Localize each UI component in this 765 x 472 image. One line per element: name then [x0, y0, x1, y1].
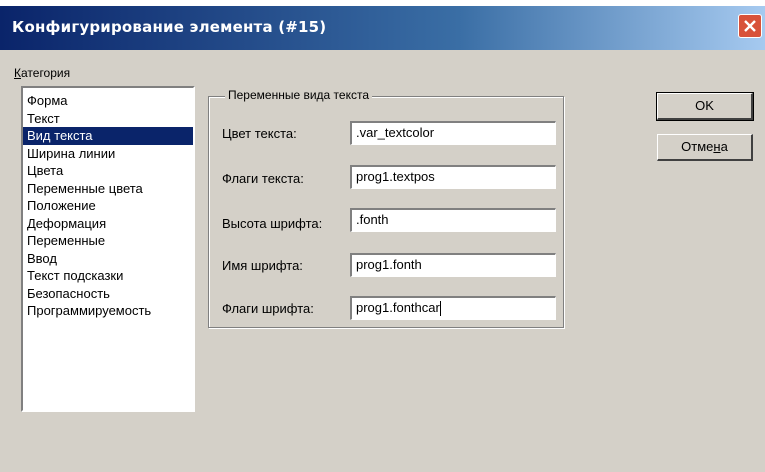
font-flags-field[interactable]: prog1.fonthcar [350, 296, 556, 320]
cancel-button[interactable]: Отмена [657, 134, 753, 161]
text-color-field[interactable]: .var_textcolor [350, 121, 556, 145]
text-caret [439, 301, 441, 317]
category-label: Категория [14, 66, 70, 80]
category-item-programmiruemost[interactable]: Программируемость [23, 302, 193, 320]
font-name-label: Имя шрифта: [222, 258, 303, 273]
title-bar[interactable]: Конфигурирование элемента (#15) [0, 6, 765, 50]
category-item-shirina-linii[interactable]: Ширина линии [23, 145, 193, 163]
font-height-value: .fonth [356, 212, 389, 227]
category-item-tekst[interactable]: Текст [23, 110, 193, 128]
group-legend: Переменные вида текста [225, 88, 372, 102]
category-item-tsveta[interactable]: Цвета [23, 162, 193, 180]
category-item-bezopasnost[interactable]: Безопасность [23, 285, 193, 303]
category-item-deformatsiya[interactable]: Деформация [23, 215, 193, 233]
category-item-vid-teksta[interactable]: Вид текста [23, 127, 193, 145]
category-item-vvod[interactable]: Ввод [23, 250, 193, 268]
category-item-forma[interactable]: Форма [23, 92, 193, 110]
cancel-label-mnemonic: н [713, 139, 721, 154]
cancel-label-part1: Отме [681, 139, 714, 154]
category-item-polozhenie[interactable]: Положение [23, 197, 193, 215]
font-height-label: Высота шрифта: [222, 216, 323, 231]
font-name-value: prog1.fonth [356, 257, 422, 272]
category-list[interactable]: Форма Текст Вид текста Ширина линии Цвет… [21, 86, 195, 412]
dialog-body: Категория Форма Текст Вид текста Ширина … [0, 50, 765, 472]
font-flags-label: Флаги шрифта: [222, 301, 314, 316]
category-label-mnemonic: К [14, 66, 21, 80]
font-flags-value: prog1.fonthcar [356, 300, 440, 315]
category-item-peremennye[interactable]: Переменные [23, 232, 193, 250]
category-item-tekst-podskazki[interactable]: Текст подсказки [23, 267, 193, 285]
category-label-text: атегория [21, 66, 71, 80]
ok-button[interactable]: OK [656, 92, 754, 121]
font-name-field[interactable]: prog1.fonth [350, 253, 556, 277]
text-color-value: .var_textcolor [356, 125, 435, 140]
window-title: Конфигурирование элемента (#15) [12, 18, 327, 36]
font-height-field[interactable]: .fonth [350, 208, 556, 232]
category-item-peremennye-tsveta[interactable]: Переменные цвета [23, 180, 193, 198]
text-color-label: Цвет текста: [222, 126, 297, 141]
text-flags-value: prog1.textpos [356, 169, 435, 184]
text-flags-label: Флаги текста: [222, 171, 304, 186]
cancel-label-part2: а [720, 139, 728, 154]
text-flags-field[interactable]: prog1.textpos [350, 165, 556, 189]
close-button[interactable] [738, 14, 762, 38]
close-icon [744, 20, 756, 32]
